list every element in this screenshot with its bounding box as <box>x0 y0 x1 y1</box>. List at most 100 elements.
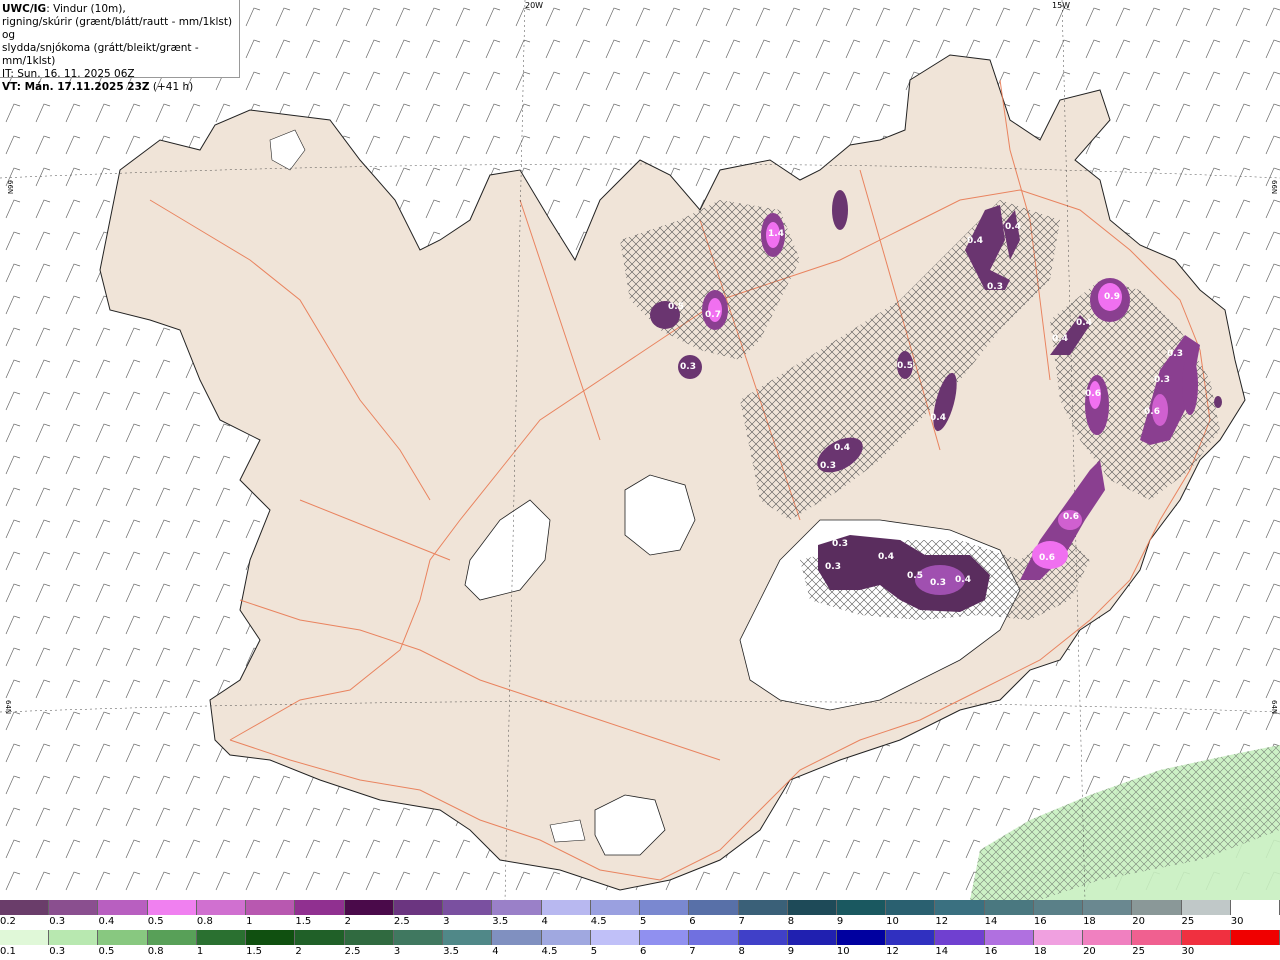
scale-label: 4.5 <box>541 946 558 957</box>
precip-value-label: 0.4 <box>878 552 894 562</box>
scale-label: 0.2 <box>0 916 16 927</box>
scale-label: 6 <box>689 916 696 927</box>
scale-swatch <box>886 930 936 945</box>
scale-label: 4 <box>492 946 499 957</box>
precip-value-label: 0.3 <box>680 362 696 372</box>
scale-swatch <box>935 900 985 915</box>
scale-label: 8 <box>738 946 745 957</box>
precip-value-label: 0.3 <box>820 461 836 471</box>
scale-label: 4 <box>541 916 548 927</box>
scale-label: 0.8 <box>147 946 164 957</box>
scale-swatch <box>443 900 493 915</box>
scale-swatch <box>98 900 148 915</box>
precip-value-label: 0.6 <box>1085 389 1101 399</box>
scale-swatch <box>49 900 99 915</box>
scale-swatch <box>541 900 591 915</box>
scale-swatch <box>935 930 985 945</box>
lon-label-20w: 20W <box>525 1 543 10</box>
scale-label: 20 <box>1132 916 1146 927</box>
scale-label: 1 <box>196 946 204 957</box>
scale-swatch <box>196 930 247 945</box>
scale-label: 30 <box>1181 946 1195 957</box>
info-valid-time: VT: Mán. 17.11.2025 23Z <box>2 81 150 93</box>
scale-label: 7 <box>689 946 696 957</box>
scale-swatch <box>640 900 690 915</box>
scale-label: 12 <box>886 946 899 957</box>
lat-label-64n-right: 64N <box>1270 700 1278 714</box>
precip-value-label: 0.3 <box>930 578 946 588</box>
lat-label-64n-left: 64N <box>4 700 12 714</box>
scale-swatch <box>1033 900 1084 915</box>
precip-value-label: 0.9 <box>1104 292 1120 302</box>
scale-label: 3.5 <box>443 946 459 957</box>
snow-color-scale: 0.2 0.3 0.4 0.5 0.8 1 1.5 2 2.5 3 3.5 4 4.5 5 6 7 8 9 10 12… <box>0 900 1280 930</box>
scale-label: 14 <box>984 916 998 927</box>
scale-label: 30 <box>1230 916 1244 927</box>
precip-value-label: 0.4 <box>834 443 850 453</box>
scale-swatch <box>0 930 50 945</box>
scale-swatch <box>1083 930 1133 945</box>
scale-label: 18 <box>1033 946 1047 957</box>
scale-swatch <box>984 900 1034 915</box>
scale-swatch <box>49 930 99 945</box>
precip-value-label: 0.5 <box>907 571 923 581</box>
scale-swatch <box>393 900 444 915</box>
scale-label: 0.3 <box>49 916 66 927</box>
scale-label: 9 <box>787 946 795 957</box>
scale-label: 0.4 <box>98 916 115 927</box>
precip-value-label: 0.4 <box>1005 222 1021 232</box>
precip-value-label: 0.5 <box>668 302 684 312</box>
scale-label: 9 <box>836 916 844 927</box>
scale-swatch <box>1230 930 1280 945</box>
scale-label: 14 <box>935 946 949 957</box>
rain-color-scale: 0.1 0.3 0.5 0.8 1 1.5 2 2.5 3 3.5 4 4.5 5 6 7 8 9 10 12 14 1… <box>0 930 1280 960</box>
precip-value-label: 0.7 <box>705 310 721 320</box>
scale-swatch <box>246 900 296 915</box>
scale-swatch <box>1083 900 1133 915</box>
scale-swatch <box>886 900 936 915</box>
scale-swatch <box>443 930 493 945</box>
scale-swatch <box>295 930 345 945</box>
precip-value-label: 0.3 <box>987 282 1003 292</box>
scale-swatch <box>1230 900 1280 915</box>
scale-label: 0.3 <box>49 946 66 957</box>
scale-swatch <box>344 930 394 945</box>
scale-swatch <box>0 900 50 915</box>
scale-swatch <box>492 930 542 945</box>
scale-swatch <box>492 900 542 915</box>
scale-label: 0.8 <box>196 916 213 927</box>
scale-swatch <box>689 900 739 915</box>
scale-label: 1.5 <box>295 916 312 927</box>
scale-swatch <box>1132 900 1182 915</box>
scale-label: 7 <box>738 916 745 927</box>
info-line1: : Vindur (10m), <box>46 3 126 15</box>
precip-value-label: 0.3 <box>1154 375 1170 385</box>
scale-label: 12 <box>935 916 949 927</box>
scale-swatch <box>1181 900 1231 915</box>
scale-label: 3.5 <box>492 916 509 927</box>
info-box: UWC/IG: Vindur (10m), rigning/skúrir (gr… <box>0 0 240 93</box>
scale-label: 10 <box>886 916 899 927</box>
precip-value-label: 0.4 <box>930 413 946 423</box>
scale-swatch <box>640 930 690 945</box>
scale-label: 1.5 <box>246 946 263 957</box>
precip-value-label: 0.3 <box>832 539 848 549</box>
scale-label: 25 <box>1132 946 1146 957</box>
precip-value-label: 0.6 <box>1144 407 1160 417</box>
scale-label: 25 <box>1181 916 1195 927</box>
info-issue-time: IT: Sun. 16. 11. 2025 06Z <box>2 68 135 80</box>
scale-swatch <box>541 930 591 945</box>
scale-label: 2.5 <box>393 916 410 927</box>
scale-label: 2.5 <box>344 946 361 957</box>
scale-swatch <box>836 900 887 915</box>
scale-label: 4.5 <box>590 916 607 927</box>
scale-swatch <box>689 930 739 945</box>
scale-swatch <box>738 930 788 945</box>
scale-label: 2 <box>344 916 351 927</box>
precip-value-label: 0.3 <box>825 562 841 572</box>
scale-label: 8 <box>787 916 795 927</box>
info-line2: rigning/skúrir (grænt/blátt/rautt - mm/1… <box>2 16 233 41</box>
forecast-map: 20W 15W 66N 66N 64N 64N 1.40.50.70.30.40… <box>0 0 1280 900</box>
scale-label: 6 <box>640 946 647 957</box>
scale-swatch <box>344 900 394 915</box>
